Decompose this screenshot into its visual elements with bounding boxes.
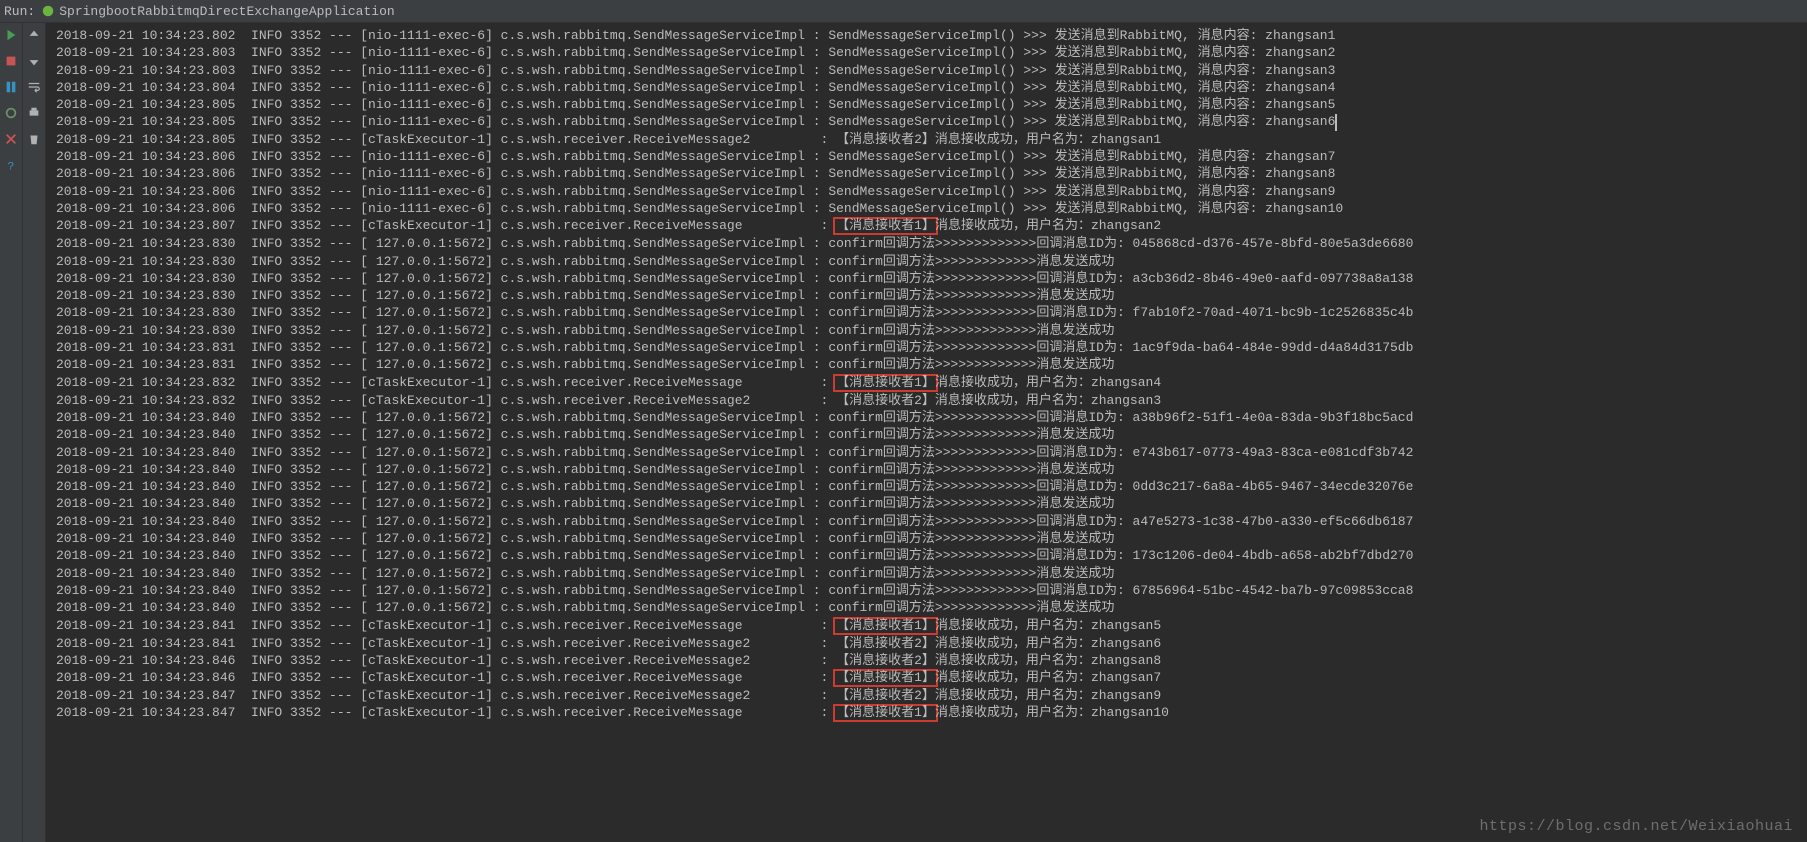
log-line: 2018-09-21 10:34:23.846 INFO 3352 --- [c… <box>56 669 1807 687</box>
log-line: 2018-09-21 10:34:23.840 INFO 3352 --- [ … <box>56 513 1807 530</box>
log-line: 2018-09-21 10:34:23.840 INFO 3352 --- [ … <box>56 530 1807 547</box>
log-line: 2018-09-21 10:34:23.830 INFO 3352 --- [ … <box>56 270 1807 287</box>
log-line: 2018-09-21 10:34:23.803 INFO 3352 --- [n… <box>56 62 1807 79</box>
log-line: 2018-09-21 10:34:23.830 INFO 3352 --- [ … <box>56 304 1807 321</box>
console-output[interactable]: 2018-09-21 10:34:23.802 INFO 3352 --- [n… <box>46 23 1807 842</box>
pause-icon[interactable] <box>3 79 19 95</box>
log-line: 2018-09-21 10:34:23.807 INFO 3352 --- [c… <box>56 217 1807 235</box>
log-line: 2018-09-21 10:34:23.840 INFO 3352 --- [ … <box>56 478 1807 495</box>
exit-icon[interactable] <box>3 131 19 147</box>
log-line: 2018-09-21 10:34:23.840 INFO 3352 --- [ … <box>56 547 1807 564</box>
log-line: 2018-09-21 10:34:23.830 INFO 3352 --- [ … <box>56 322 1807 339</box>
run-left-toolbar: ? <box>0 23 23 842</box>
clear-all-icon[interactable] <box>26 131 42 147</box>
log-line: 2018-09-21 10:34:23.832 INFO 3352 --- [c… <box>56 374 1807 392</box>
log-line: 2018-09-21 10:34:23.847 INFO 3352 --- [c… <box>56 704 1807 722</box>
highlight-receiver1: 【消息接收者1】 <box>833 617 938 635</box>
log-line: 2018-09-21 10:34:23.830 INFO 3352 --- [ … <box>56 235 1807 252</box>
highlight-receiver1: 【消息接收者1】 <box>833 374 938 392</box>
log-line: 2018-09-21 10:34:23.806 INFO 3352 --- [n… <box>56 148 1807 165</box>
log-line: 2018-09-21 10:34:23.841 INFO 3352 --- [c… <box>56 635 1807 652</box>
log-line: 2018-09-21 10:34:23.831 INFO 3352 --- [ … <box>56 356 1807 373</box>
log-line: 2018-09-21 10:34:23.847 INFO 3352 --- [c… <box>56 687 1807 704</box>
log-line: 2018-09-21 10:34:23.805 INFO 3352 --- [n… <box>56 113 1807 130</box>
log-line: 2018-09-21 10:34:23.805 INFO 3352 --- [n… <box>56 96 1807 113</box>
log-line: 2018-09-21 10:34:23.805 INFO 3352 --- [c… <box>56 131 1807 148</box>
log-line: 2018-09-21 10:34:23.840 INFO 3352 --- [ … <box>56 461 1807 478</box>
log-line: 2018-09-21 10:34:23.803 INFO 3352 --- [n… <box>56 44 1807 61</box>
log-line: 2018-09-21 10:34:23.806 INFO 3352 --- [n… <box>56 200 1807 217</box>
svg-text:?: ? <box>8 161 15 172</box>
log-line: 2018-09-21 10:34:23.830 INFO 3352 --- [ … <box>56 287 1807 304</box>
run-output-toolbar <box>23 23 46 842</box>
log-line: 2018-09-21 10:34:23.806 INFO 3352 --- [n… <box>56 165 1807 182</box>
help-icon[interactable]: ? <box>3 157 19 173</box>
stop-icon[interactable] <box>3 53 19 69</box>
log-line: 2018-09-21 10:34:23.840 INFO 3352 --- [ … <box>56 565 1807 582</box>
text-caret <box>1335 114 1337 131</box>
log-line: 2018-09-21 10:34:23.840 INFO 3352 --- [ … <box>56 495 1807 512</box>
log-line: 2018-09-21 10:34:23.840 INFO 3352 --- [ … <box>56 582 1807 599</box>
log-line: 2018-09-21 10:34:23.841 INFO 3352 --- [c… <box>56 617 1807 635</box>
rerun-icon[interactable] <box>3 27 19 43</box>
watermark-text: https://blog.csdn.net/Weixiaohuai <box>1479 818 1793 835</box>
log-line: 2018-09-21 10:34:23.804 INFO 3352 --- [n… <box>56 79 1807 96</box>
log-line: 2018-09-21 10:34:23.840 INFO 3352 --- [ … <box>56 409 1807 426</box>
log-line: 2018-09-21 10:34:23.840 INFO 3352 --- [ … <box>56 444 1807 461</box>
run-config-name: SpringbootRabbitmqDirectExchangeApplicat… <box>59 4 394 19</box>
log-line: 2018-09-21 10:34:23.840 INFO 3352 --- [ … <box>56 426 1807 443</box>
log-line: 2018-09-21 10:34:23.840 INFO 3352 --- [ … <box>56 599 1807 616</box>
log-line: 2018-09-21 10:34:23.831 INFO 3352 --- [ … <box>56 339 1807 356</box>
log-line: 2018-09-21 10:34:23.802 INFO 3352 --- [n… <box>56 27 1807 44</box>
run-label: Run: <box>4 4 35 19</box>
log-line: 2018-09-21 10:34:23.832 INFO 3352 --- [c… <box>56 392 1807 409</box>
soft-wrap-icon[interactable] <box>26 79 42 95</box>
highlight-receiver1: 【消息接收者1】 <box>833 704 938 722</box>
spring-boot-icon <box>41 4 55 18</box>
log-line: 2018-09-21 10:34:23.830 INFO 3352 --- [ … <box>56 253 1807 270</box>
print-icon[interactable] <box>26 105 42 121</box>
log-line: 2018-09-21 10:34:23.846 INFO 3352 --- [c… <box>56 652 1807 669</box>
dump-threads-icon[interactable] <box>3 105 19 121</box>
highlight-receiver1: 【消息接收者1】 <box>833 217 938 235</box>
run-toolbar: Run: SpringbootRabbitmqDirectExchangeApp… <box>0 0 1807 23</box>
highlight-receiver1: 【消息接收者1】 <box>833 669 938 687</box>
scroll-up-icon[interactable] <box>26 27 42 43</box>
scroll-down-icon[interactable] <box>26 53 42 69</box>
log-line: 2018-09-21 10:34:23.806 INFO 3352 --- [n… <box>56 183 1807 200</box>
